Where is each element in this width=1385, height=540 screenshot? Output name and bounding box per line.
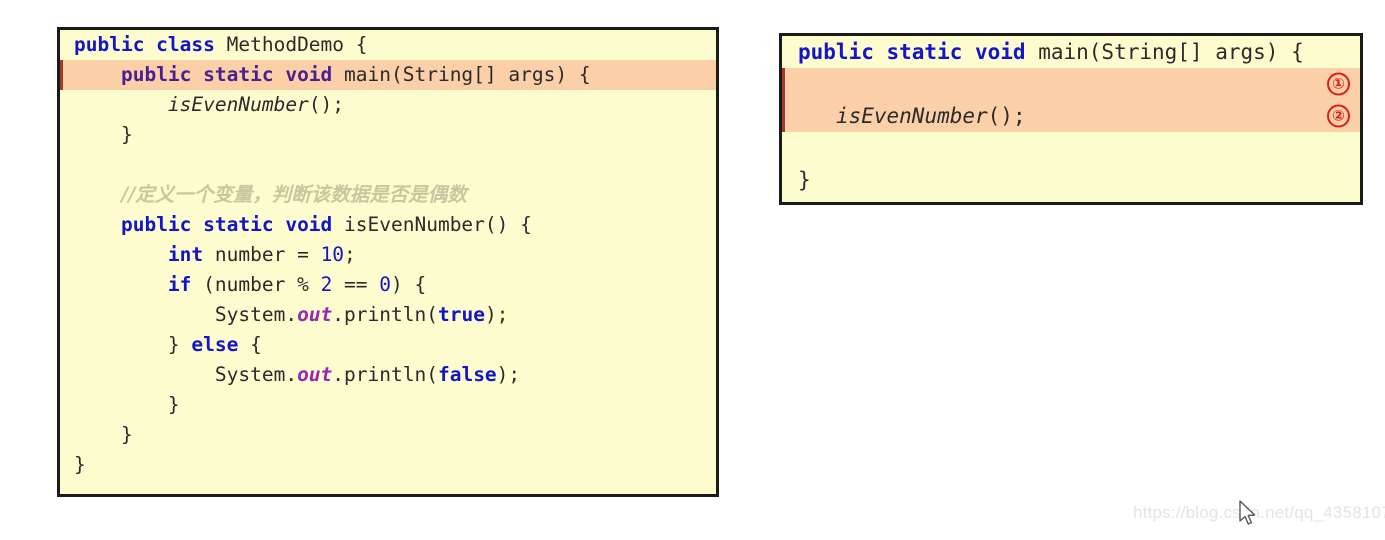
left-code-panel: public class MethodDemo { public static … bbox=[57, 27, 719, 497]
right-code-panel: public static void main(String[] args) {… bbox=[779, 33, 1363, 205]
code-line: } bbox=[74, 393, 180, 416]
code-line: } bbox=[74, 453, 86, 476]
code-line-highlighted-main: public static void main(String[] args) { bbox=[60, 60, 716, 90]
code-line: } bbox=[74, 423, 133, 446]
code-line: System.out.println(false); bbox=[74, 363, 521, 386]
code-line: int number = 10; bbox=[167, 243, 356, 266]
code-line: } bbox=[74, 123, 133, 146]
code-line: if (number % 2 == 0) { bbox=[167, 273, 427, 296]
code-line: System.out.println(true); bbox=[74, 303, 509, 326]
code-line: } bbox=[798, 168, 811, 192]
step-marker-1-icon: ① bbox=[1327, 72, 1350, 96]
code-line: public static void isEvenNumber() { bbox=[120, 213, 532, 236]
step-marker-2-icon: ② bbox=[1327, 104, 1350, 128]
code-line: } else { bbox=[74, 333, 262, 356]
csdn-blog-watermark: https://blog.csdn.net/qq_43581078 bbox=[1133, 503, 1385, 522]
code-line: public class MethodDemo { bbox=[74, 33, 368, 56]
code-line-highlighted-step-1: ① bbox=[782, 68, 1360, 100]
code-line-highlighted-step-2: isEvenNumber(); ② bbox=[782, 100, 1360, 132]
code-line-comment: //定义一个变量，判断该数据是否是偶数 bbox=[60, 180, 716, 210]
chinese-comment-text: //定义一个变量，判断该数据是否是偶数 bbox=[120, 183, 467, 206]
code-line: isEvenNumber(); bbox=[167, 93, 345, 116]
mouse-pointer-icon bbox=[1238, 500, 1258, 528]
code-line: public static void main(String[] args) { bbox=[798, 40, 1304, 64]
